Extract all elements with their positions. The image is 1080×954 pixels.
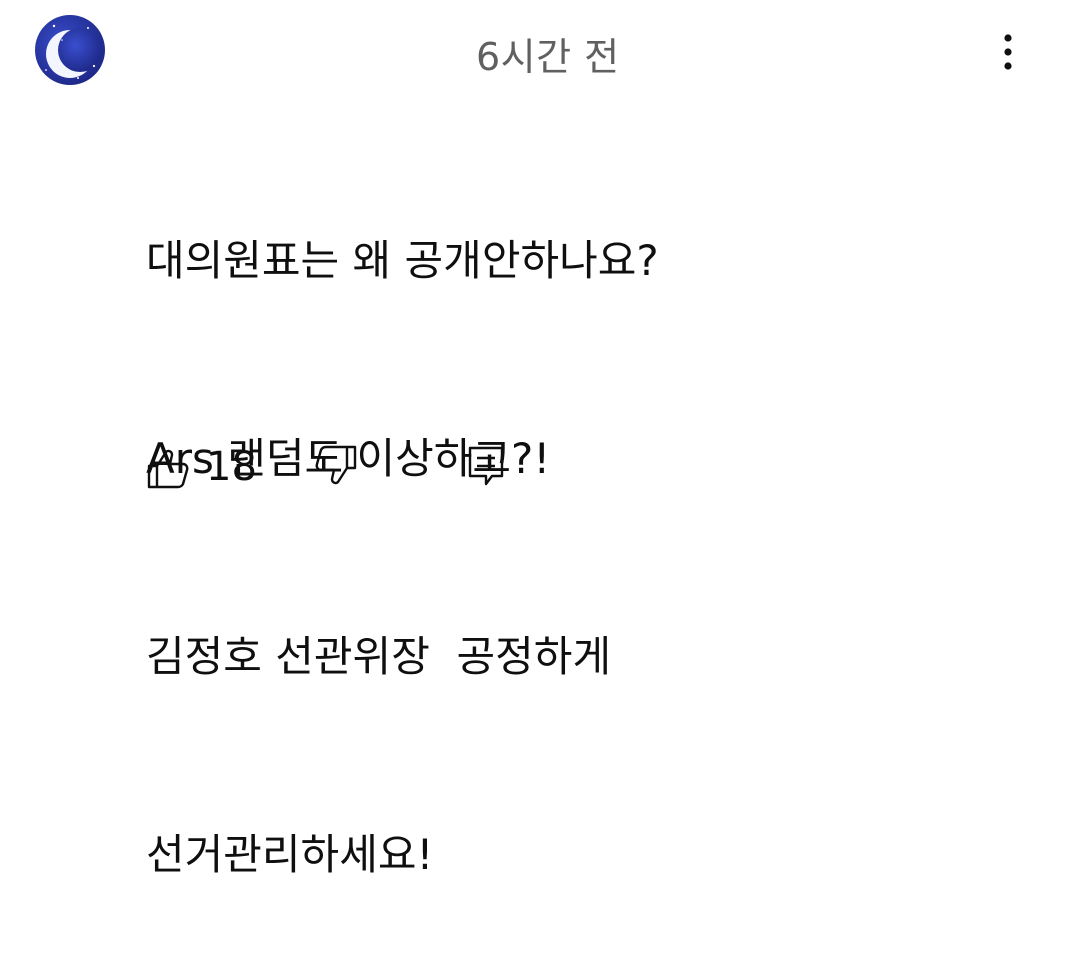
thumbs-up-icon <box>147 449 189 489</box>
comment-line: 대의원표는 왜 공개안하나요? <box>146 236 659 285</box>
comment-line: 선거관리하세요! <box>146 830 434 879</box>
avatar[interactable] <box>34 14 106 86</box>
comment-text: 대의원표는 왜 공개안하나요? Ars 랜덤도 이상하고?! 김정호 선관위장 … <box>146 96 659 954</box>
thumbs-down-icon <box>315 445 357 485</box>
reply-button[interactable] <box>464 444 508 492</box>
comment-icon <box>468 446 504 486</box>
like-count: 18 <box>206 444 257 490</box>
comment-timestamp: 6시간 전 <box>476 35 620 79</box>
crescent-moon-avatar-icon <box>35 15 105 85</box>
dislike-button[interactable] <box>314 444 358 490</box>
more-vertical-icon <box>1004 34 1012 70</box>
more-options-button[interactable] <box>990 30 1026 74</box>
comment-line: 김정호 선관위장 공정하게 <box>146 632 612 681</box>
